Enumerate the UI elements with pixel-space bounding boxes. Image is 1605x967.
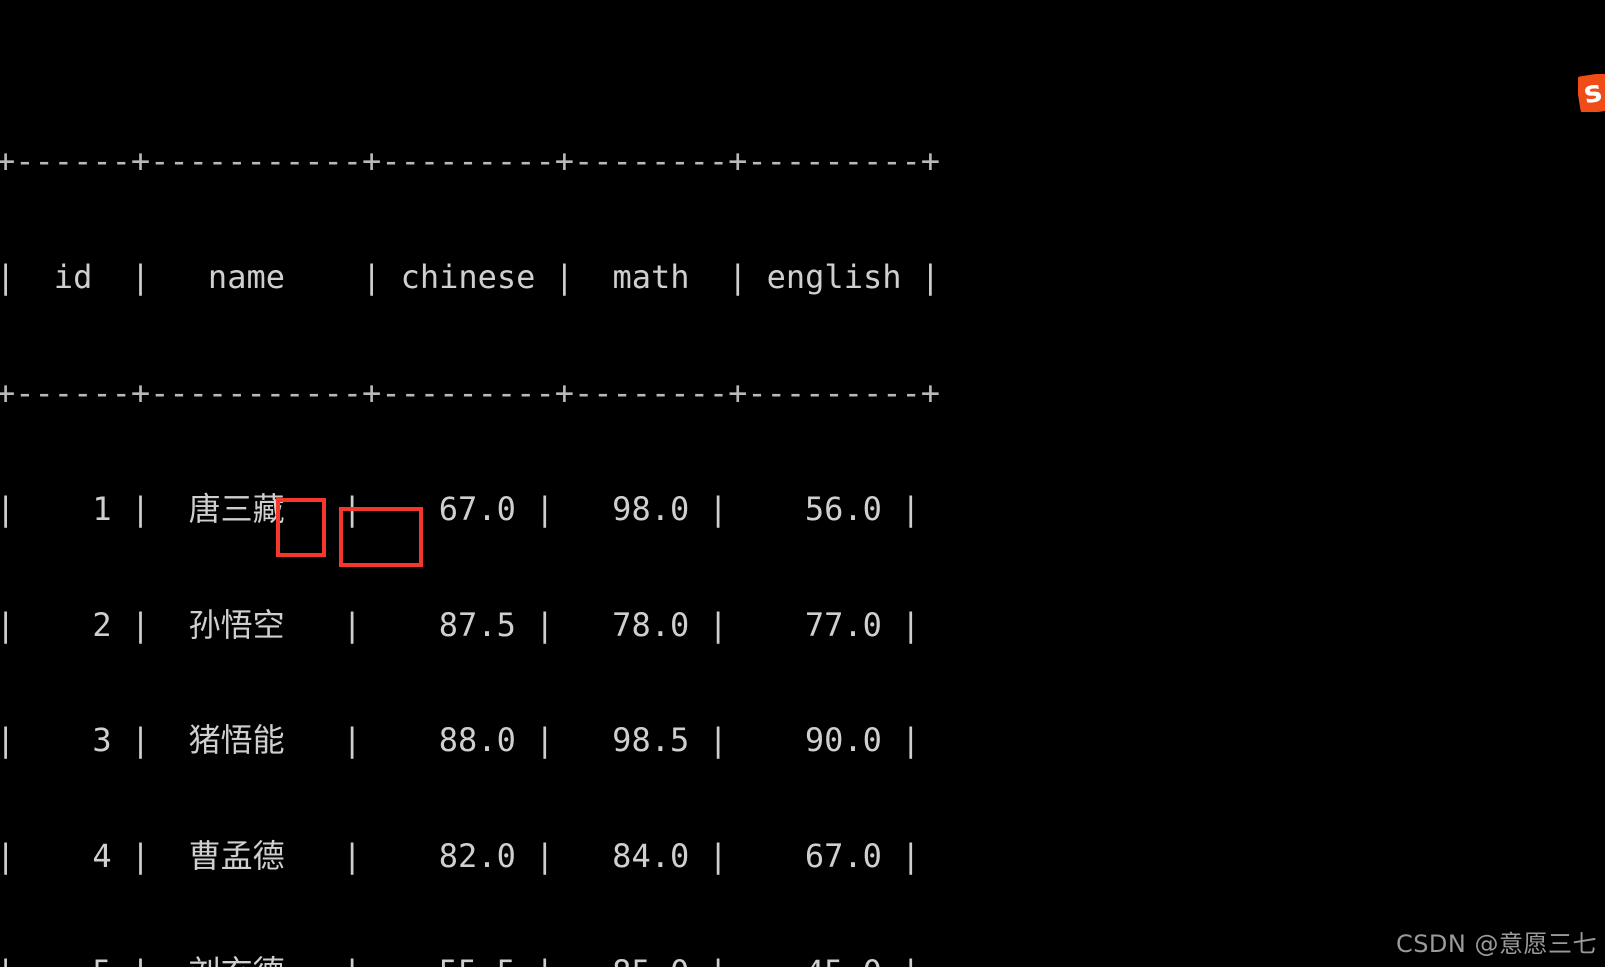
terminal-window: +------+-----------+---------+--------+-… bbox=[0, 0, 1605, 967]
table-row: | 2 | 孙悟空 | 87.5 | 78.0 | 77.0 | bbox=[0, 605, 921, 644]
table-row: | 1 | 唐三藏 | 67.0 | 98.0 | 56.0 | bbox=[0, 489, 921, 528]
console-output: +------+-----------+---------+--------+-… bbox=[0, 0, 940, 967]
table-row: | 3 | 猪悟能 | 88.0 | 98.5 | 90.0 | bbox=[0, 721, 921, 760]
table1-header-row: | id | name | chinese | math | english | bbox=[0, 258, 941, 297]
table1-top-rule: +------+-----------+---------+--------+-… bbox=[0, 142, 941, 181]
table-row: | 5 | 刘玄德 | 55.5 | 85.0 | 45.0 | bbox=[0, 953, 940, 967]
csdn-watermark: CSDN @意愿三七 bbox=[1395, 930, 1597, 958]
browser-badge-icon: s bbox=[1578, 74, 1605, 112]
table1-header-rule: +------+-----------+---------+--------+-… bbox=[0, 373, 941, 412]
table-row: | 4 | 曹孟德 | 82.0 | 84.0 | 67.0 | bbox=[0, 837, 921, 876]
